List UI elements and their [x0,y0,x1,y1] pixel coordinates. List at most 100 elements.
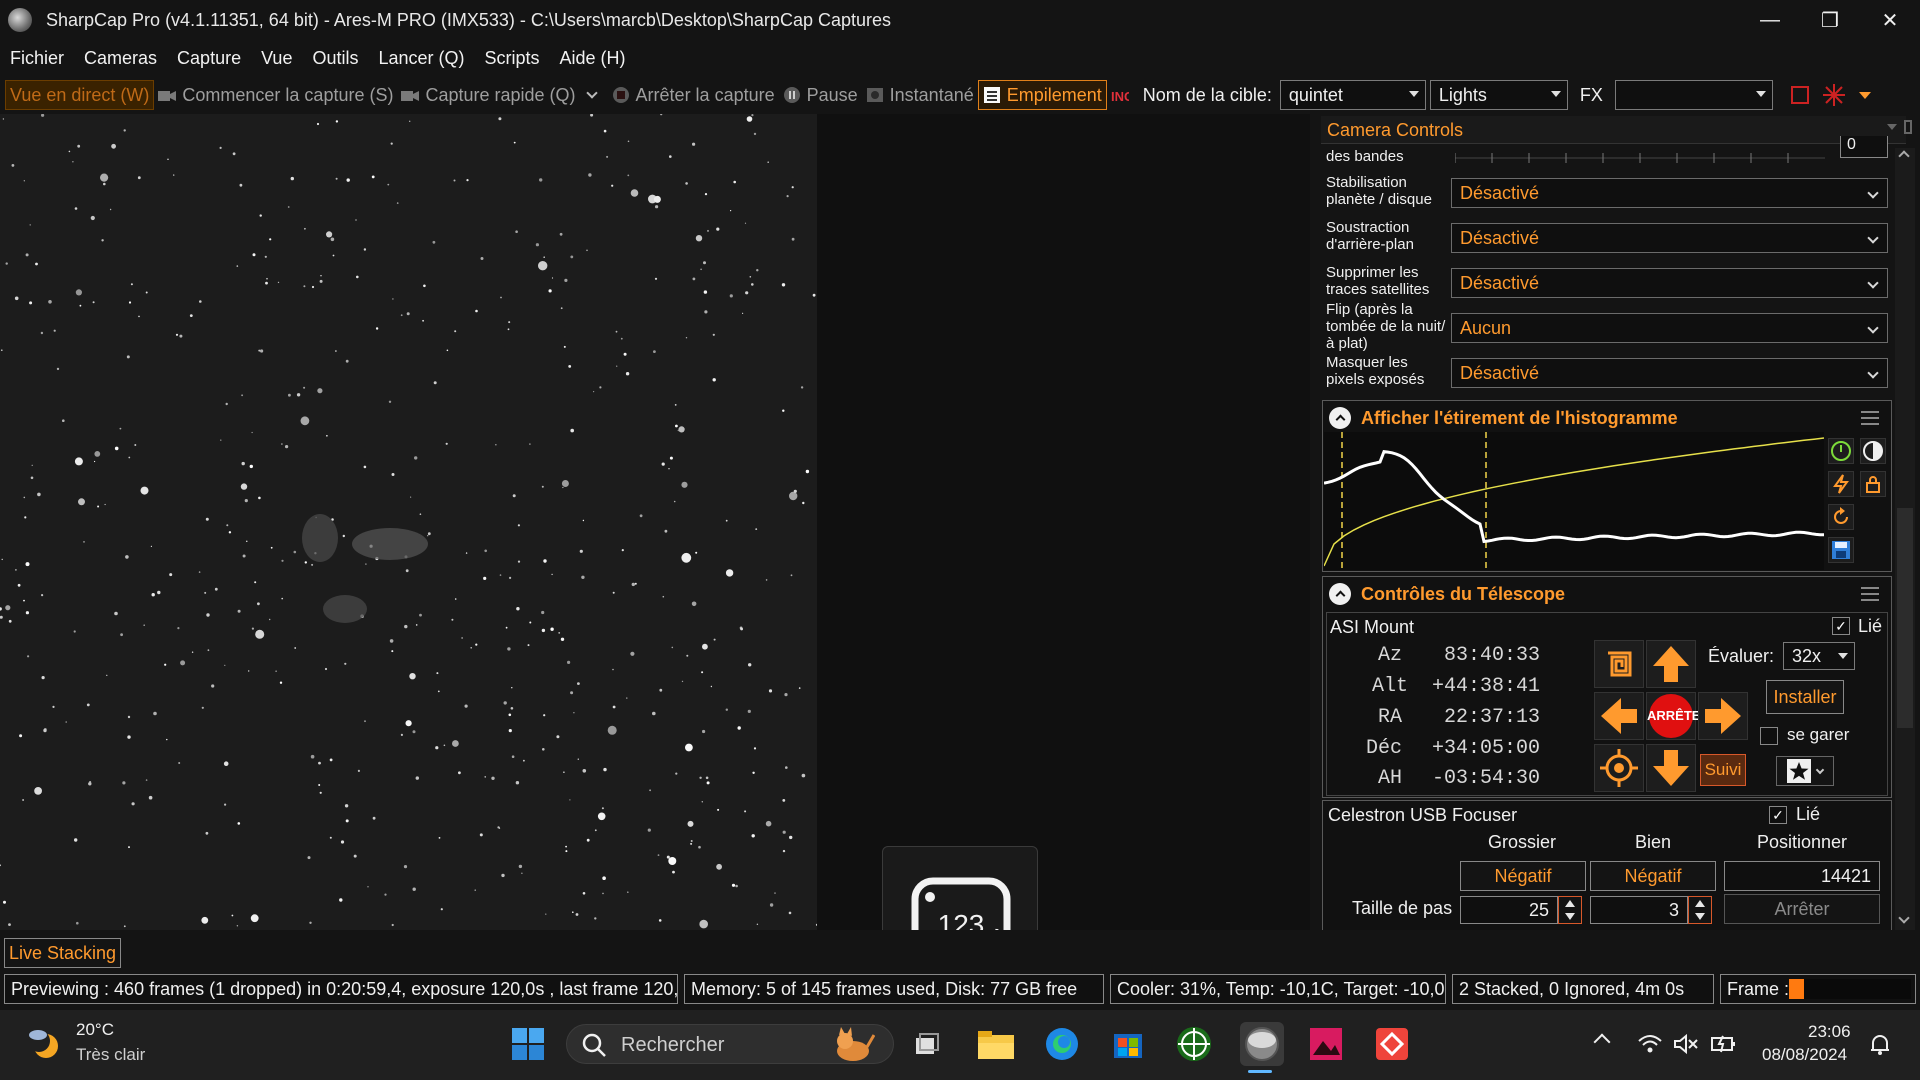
close-button[interactable]: ✕ [1860,0,1920,40]
move-south-button[interactable] [1646,744,1696,792]
crosshair-icon[interactable] [1822,84,1845,106]
fine-step-spinner[interactable] [1688,896,1712,924]
mount-linked-checkbox[interactable]: ✓ [1832,617,1850,635]
scroll-thumb[interactable] [1897,508,1913,728]
menu-help[interactable]: Aide (H) [560,48,626,69]
title-bar: SharpCap Pro (v4.1.11351, 64 bit) - Ares… [0,0,1920,40]
save-icon [1832,541,1850,559]
banding-value[interactable]: 0 [1840,136,1888,158]
panel-scrollbar[interactable] [1895,148,1915,930]
fine-step-input[interactable]: 3 [1590,896,1688,924]
focuser-position[interactable]: 14421 [1724,861,1880,891]
bottom-tab-bar [0,930,1920,974]
flip-label: Flip (après la tombée de la nuit/à plat) [1326,301,1446,351]
save-button[interactable] [1828,537,1854,563]
edge-icon[interactable] [1042,1024,1082,1064]
park-checkbox[interactable] [1760,727,1778,745]
menu-file[interactable]: Fichier [10,48,64,69]
weather-icon[interactable] [24,1024,64,1064]
stop-capture-button[interactable]: Arrêter la capture [608,80,779,110]
fine-negative-button[interactable]: Négatif [1590,861,1716,891]
move-west-button[interactable] [1594,692,1644,740]
mask-pixels-select[interactable]: Désactivé [1451,358,1888,388]
collapse-histogram-button[interactable] [1329,407,1351,429]
battery-icon[interactable] [1704,1024,1744,1064]
store-icon[interactable] [1108,1024,1148,1064]
preview-area: 123 [0,113,1310,1002]
target-name-combo[interactable]: quintet [1279,80,1426,110]
pin-icon[interactable] [1904,120,1912,134]
auto-stretch-button[interactable] [1828,438,1854,464]
telescope-menu-icon[interactable] [1861,587,1879,601]
live-stacking-tab[interactable]: Live Stacking [4,938,122,968]
clock-date[interactable]: 08/08/2024 [1762,1045,1847,1065]
menu-launch[interactable]: Lancer (Q) [378,48,464,69]
banding-slider[interactable] [1454,150,1825,163]
focuser-stop-button[interactable]: Arrêter [1724,894,1880,924]
scroll-down-icon[interactable] [1898,912,1910,924]
start-capture-button[interactable]: Commencer la capture (S) [154,80,397,110]
quick-capture-button[interactable]: Capture rapide (Q) [397,80,579,110]
focuser-linked-checkbox[interactable]: ✓ [1769,806,1787,824]
move-north-button[interactable] [1646,640,1696,688]
install-button[interactable]: Installer [1766,680,1844,714]
boost-button[interactable] [1828,471,1854,497]
notification-bell-icon[interactable] [1860,1024,1900,1064]
start-button[interactable] [508,1024,548,1064]
toolbar-overflow-icon[interactable] [1858,91,1871,99]
frame-type-combo[interactable]: Lights [1429,80,1568,110]
panel-menu-icon[interactable] [1887,124,1897,130]
contrast-button[interactable] [1860,438,1886,464]
histogram-graph[interactable] [1323,432,1825,570]
toolbar: Vue en direct (W) Commencer la capture (… [0,76,1920,114]
selection-area-icon[interactable] [1790,86,1809,104]
sharpcap-taskbar-icon[interactable] [1240,1022,1284,1066]
clock-time[interactable]: 23:06 [1808,1022,1851,1042]
satellite-trails-select[interactable]: Désactivé [1451,268,1888,298]
scroll-up-icon[interactable] [1898,150,1910,162]
coarse-negative-button[interactable]: Négatif [1460,861,1586,891]
menu-cameras[interactable]: Cameras [84,48,157,69]
restore-button[interactable]: ❐ [1800,0,1860,40]
file-explorer-icon[interactable] [976,1024,1016,1064]
task-view-icon[interactable] [906,1024,946,1064]
minimize-button[interactable]: — [1740,0,1800,40]
flip-select[interactable]: Aucun [1451,313,1888,343]
stop-mount-button[interactable]: ARRÊTE [1646,692,1700,740]
photo-app-icon[interactable] [1306,1024,1346,1064]
quick-capture-dropdown[interactable] [580,80,608,110]
anydesk-icon[interactable] [1372,1024,1412,1064]
stacking-button[interactable]: Empilement [977,80,1107,110]
starfield-image [0,113,819,929]
move-east-button[interactable] [1698,692,1748,740]
menu-view[interactable]: Vue [261,48,292,69]
reset-button[interactable] [1828,504,1854,530]
coarse-step-spinner[interactable] [1558,896,1582,924]
background-subtraction-select[interactable]: Désactivé [1451,223,1888,253]
fx-combo[interactable] [1614,80,1773,110]
stabilization-select[interactable]: Désactivé [1451,178,1888,208]
lock-button[interactable] [1860,471,1886,497]
snapshot-button[interactable]: Instantané [862,80,978,110]
pause-button[interactable]: Pause [779,80,862,110]
wifi-icon[interactable] [1630,1024,1670,1064]
histogram-menu-icon[interactable] [1861,411,1879,425]
goto-target-button[interactable] [1594,744,1644,792]
target-icon-button[interactable]: ING [1107,80,1139,110]
menu-scripts[interactable]: Scripts [485,48,540,69]
taskbar-search[interactable]: Rechercher [566,1024,894,1064]
pause-icon [783,86,801,104]
track-button[interactable]: Suivi [1700,754,1746,786]
volume-muted-icon[interactable] [1666,1024,1706,1064]
phd2-icon[interactable] [1174,1024,1214,1064]
menu-capture[interactable]: Capture [177,48,241,69]
coarse-header: Grossier [1488,832,1557,852]
spiral-search-button[interactable] [1594,640,1644,688]
live-view-button[interactable]: Vue en direct (W) [5,80,155,110]
coarse-step-input[interactable]: 25 [1460,896,1558,924]
rate-select[interactable]: 32x [1783,642,1855,670]
collapse-telescope-button[interactable] [1329,583,1351,605]
star-menu-button[interactable] [1776,756,1834,786]
menu-tools[interactable]: Outils [312,48,358,69]
telescope-title: Contrôles du Télescope [1361,584,1566,604]
